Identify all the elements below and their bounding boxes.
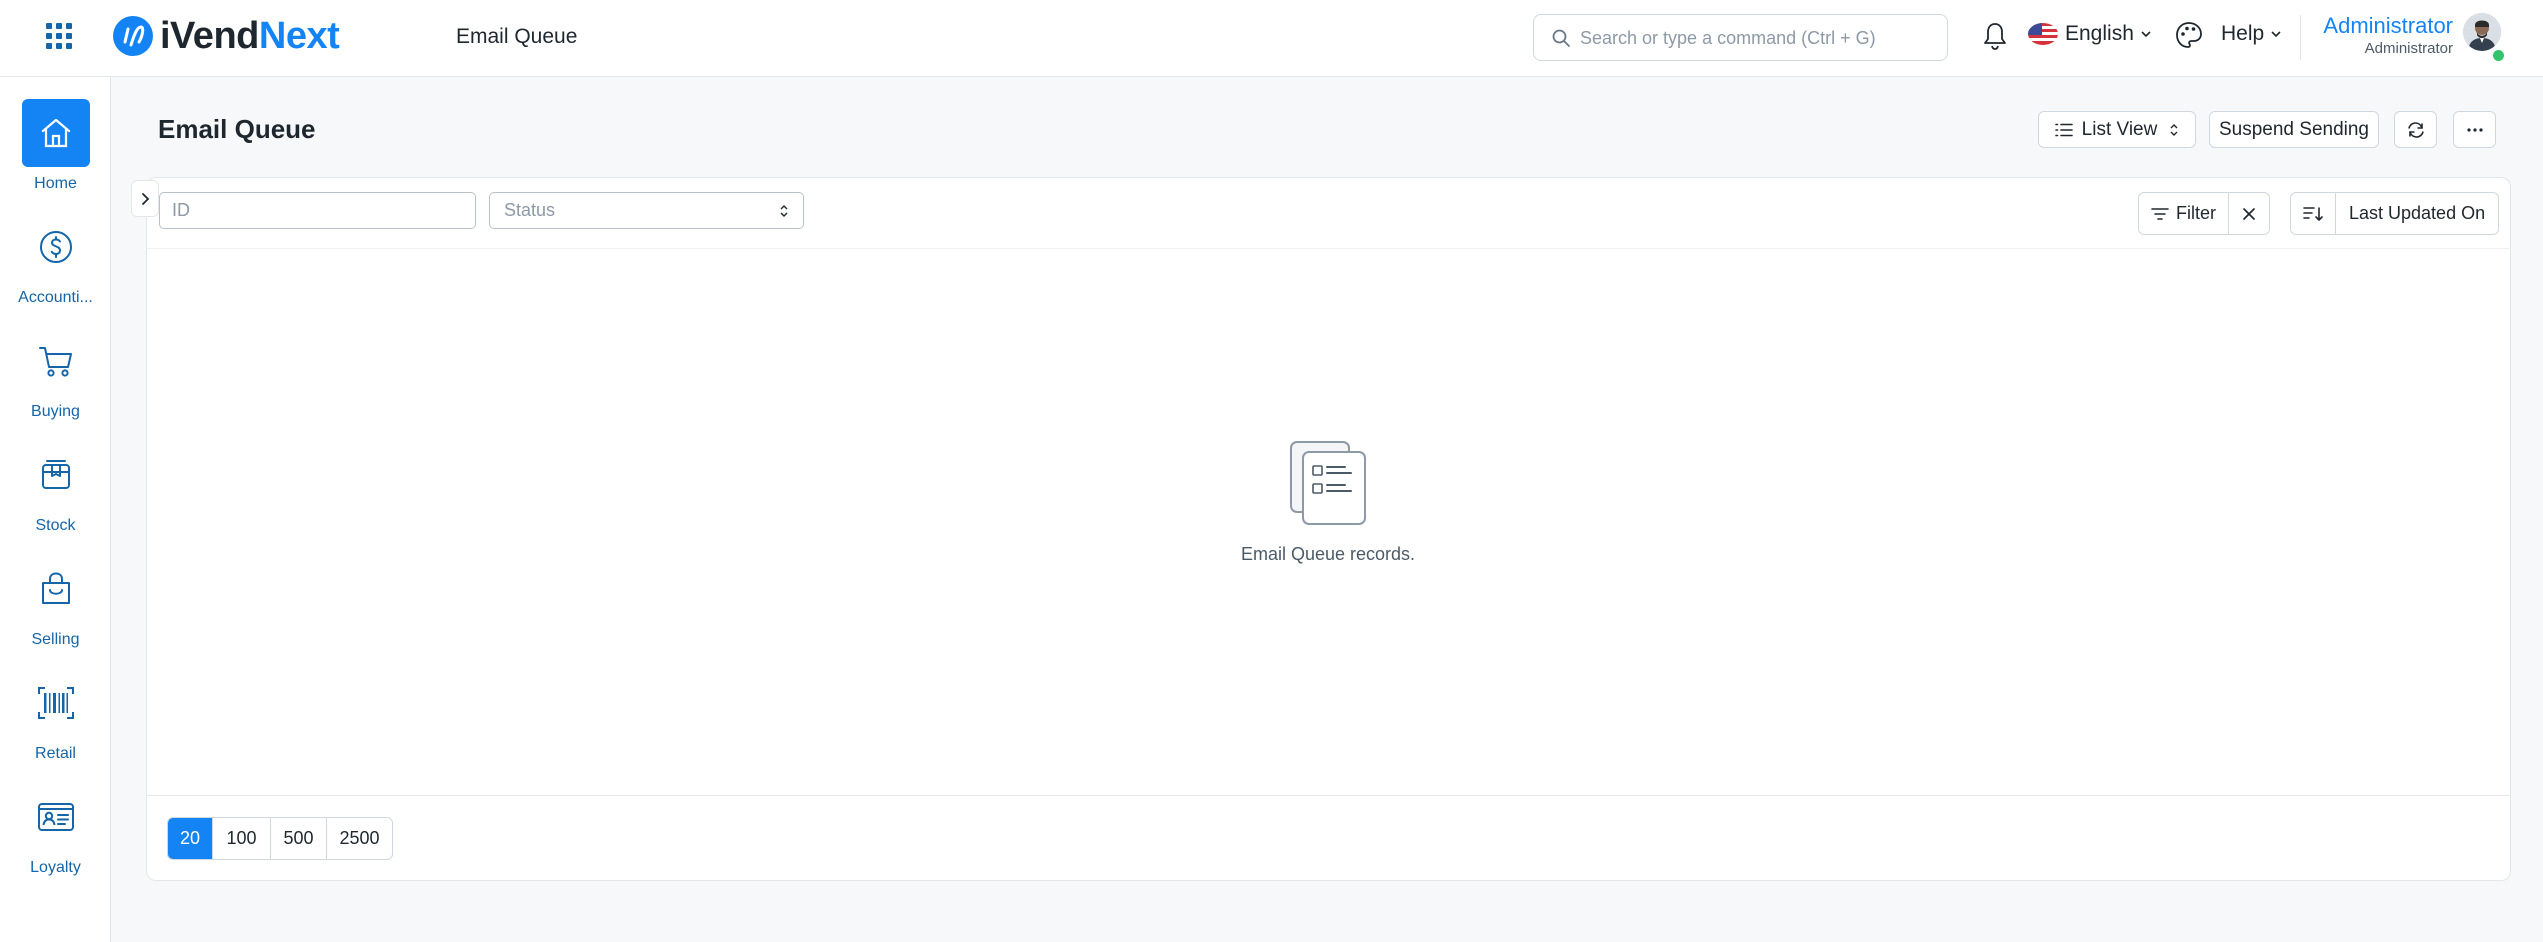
cart-icon [22,327,90,395]
chevron-right-icon [142,192,150,205]
page-title: Email Queue [158,114,316,144]
select-arrows-icon [780,205,788,217]
sidebar-item-stock[interactable]: Stock [0,441,111,535]
page-length-selector: 20 100 500 2500 [167,817,393,860]
suspend-sending-button[interactable]: Suspend Sending [2209,111,2379,148]
sidebar-item-label: Buying [31,403,80,420]
status-filter-select[interactable]: Status [489,192,804,229]
sort-descending-icon [2303,206,2323,221]
chevron-down-icon [2141,31,2151,38]
list-view-label: List View [2081,118,2158,140]
shopping-bag-icon [22,555,90,623]
search-icon [1552,29,1570,47]
page-size-option[interactable]: 2500 [327,818,392,859]
brand-name: iVendNext [160,14,340,57]
palette-icon[interactable] [2174,20,2204,50]
user-role: Administrator [2364,40,2453,57]
sidebar-item-retail[interactable]: Retail [0,669,111,763]
help-menu[interactable]: Help [2221,22,2282,46]
id-filter-input[interactable] [159,192,476,229]
breadcrumb[interactable]: Email Queue [456,25,577,49]
filter-label: Filter [2176,203,2216,223]
refresh-button[interactable] [2394,111,2437,148]
more-actions-button[interactable] [2453,111,2496,148]
sidebar-item-accounting[interactable]: Accounti... [0,213,111,307]
search-box[interactable] [1533,14,1948,61]
status-placeholder: Status [504,200,556,220]
clear-filter-button[interactable] [2229,193,2269,234]
chevron-down-icon [2271,31,2281,38]
apps-grid-icon[interactable] [43,20,75,52]
list-icon [2054,123,2073,136]
empty-state-message: Email Queue records. [1240,544,1416,564]
us-flag-icon [2028,23,2058,45]
sidebar-item-label: Accounti... [18,289,93,306]
box-icon [22,441,90,509]
sidebar-item-label: Loyalty [30,859,81,876]
sidebar-item-buying[interactable]: Buying [0,327,111,421]
sidebar-item-label: Selling [31,631,80,648]
sidebar-item-home[interactable]: Home [0,99,111,193]
logo-mark-icon [113,16,153,56]
sidebar: Home Accounti... Buying Stock Selling Re… [0,77,111,942]
filter-icon [2151,207,2169,220]
sidebar-toggle-button[interactable] [131,180,159,217]
filter-group: Filter [2138,192,2270,235]
page-size-option[interactable]: 100 [213,818,271,859]
sidebar-item-label: Stock [35,517,76,534]
filter-divider [147,248,2510,249]
avatar-image [2463,13,2501,51]
list-view-button[interactable]: List View [2038,111,2196,148]
sidebar-item-loyalty[interactable]: Loyalty [0,783,111,877]
sort-direction-button[interactable] [2291,193,2336,234]
language-label: English [2065,22,2134,45]
navbar-divider [2300,15,2301,60]
online-status-dot [2491,48,2506,63]
search-input[interactable] [1578,24,1937,53]
sort-field-selector[interactable]: Last Updated On [2336,193,2498,234]
footer-divider [147,795,2510,796]
page-size-option[interactable]: 500 [271,818,327,859]
filter-button[interactable]: Filter [2139,193,2229,234]
home-icon [21,99,90,167]
id-card-icon [22,783,90,851]
sidebar-item-selling[interactable]: Selling [0,555,111,649]
sort-group: Last Updated On [2290,192,2500,235]
ellipsis-icon [2466,127,2483,132]
top-navbar: iVendNext Email Queue English Help Admin… [0,0,2543,77]
language-selector[interactable]: English [2028,22,2152,46]
avatar[interactable] [2463,13,2501,51]
bell-icon[interactable] [1980,20,2010,52]
select-arrows-icon [2170,123,2178,136]
page-size-option[interactable]: 20 [168,818,213,859]
close-icon [2243,207,2255,220]
barcode-icon [22,669,90,737]
help-label: Help [2221,22,2265,45]
user-name[interactable]: Administrator [2323,13,2453,39]
empty-list-icon [1290,441,1366,525]
list-card [146,177,2511,881]
dollar-icon [22,213,90,281]
brand-logo[interactable]: iVendNext [112,14,340,58]
refresh-icon [2407,121,2424,138]
sidebar-item-label: Home [34,175,77,192]
sidebar-item-label: Retail [35,745,76,762]
